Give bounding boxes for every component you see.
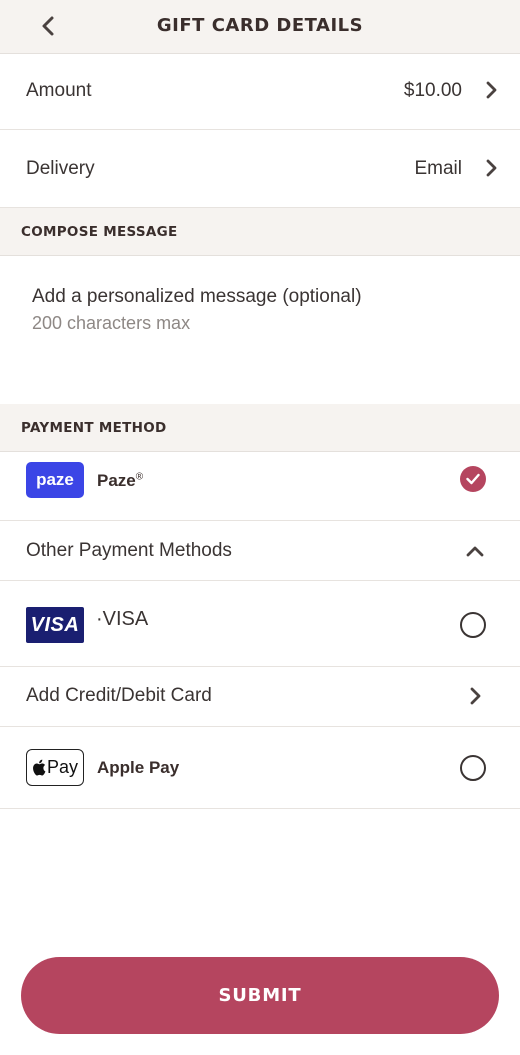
visa-radio[interactable] [460, 612, 486, 638]
chevron-right-icon [486, 81, 497, 99]
page-title: GIFT CARD DETAILS [156, 15, 364, 36]
delivery-label: Delivery [26, 158, 95, 179]
add-card-label: Add Credit/Debit Card [26, 685, 212, 706]
other-payment-methods-toggle[interactable]: Other Payment Methods [0, 521, 520, 581]
submit-button[interactable]: SUBMIT [21, 957, 499, 1034]
payment-method-header: PAYMENT METHOD [0, 404, 520, 452]
visa-logo: VISA [26, 607, 84, 643]
visa-card-name: ·VISA [96, 608, 149, 630]
payment-option-paze[interactable]: paze Paze® [0, 452, 520, 521]
apple-pay-logo: Pay [26, 749, 84, 786]
message-char-limit: 200 characters max [32, 313, 191, 333]
payment-option-visa[interactable]: VISA ·VISA [0, 581, 520, 667]
apple-icon [33, 759, 46, 776]
compose-message-title: COMPOSE MESSAGE [21, 224, 178, 240]
delivery-value: Email [414, 158, 462, 179]
chevron-right-icon [470, 687, 481, 705]
compose-message-header: COMPOSE MESSAGE [0, 208, 520, 256]
checkmark-icon [466, 473, 480, 485]
payment-method-title: PAYMENT METHOD [21, 420, 167, 436]
chevron-up-icon [466, 546, 484, 557]
amount-label: Amount [26, 80, 92, 101]
top-bar: GIFT CARD DETAILS [0, 0, 520, 54]
apple-pay-radio[interactable] [460, 755, 486, 781]
chevron-right-icon [486, 159, 497, 177]
paze-logo: paze [26, 462, 84, 498]
amount-value: $10.00 [403, 80, 462, 101]
message-placeholder: Add a personalized message (optional) [32, 286, 362, 307]
other-payment-methods-label: Other Payment Methods [26, 540, 232, 561]
payment-option-apple-pay[interactable]: Pay Apple Pay [0, 727, 520, 809]
apple-pay-name: Apple Pay [97, 758, 180, 777]
message-input[interactable]: Add a personalized message (optional) 20… [0, 256, 520, 404]
paze-name: Paze® [97, 471, 144, 490]
delivery-row[interactable]: Delivery Email [0, 130, 520, 208]
amount-row[interactable]: Amount $10.00 [0, 55, 520, 130]
paze-radio-selected[interactable] [460, 466, 486, 492]
add-card-row[interactable]: Add Credit/Debit Card [0, 667, 520, 727]
